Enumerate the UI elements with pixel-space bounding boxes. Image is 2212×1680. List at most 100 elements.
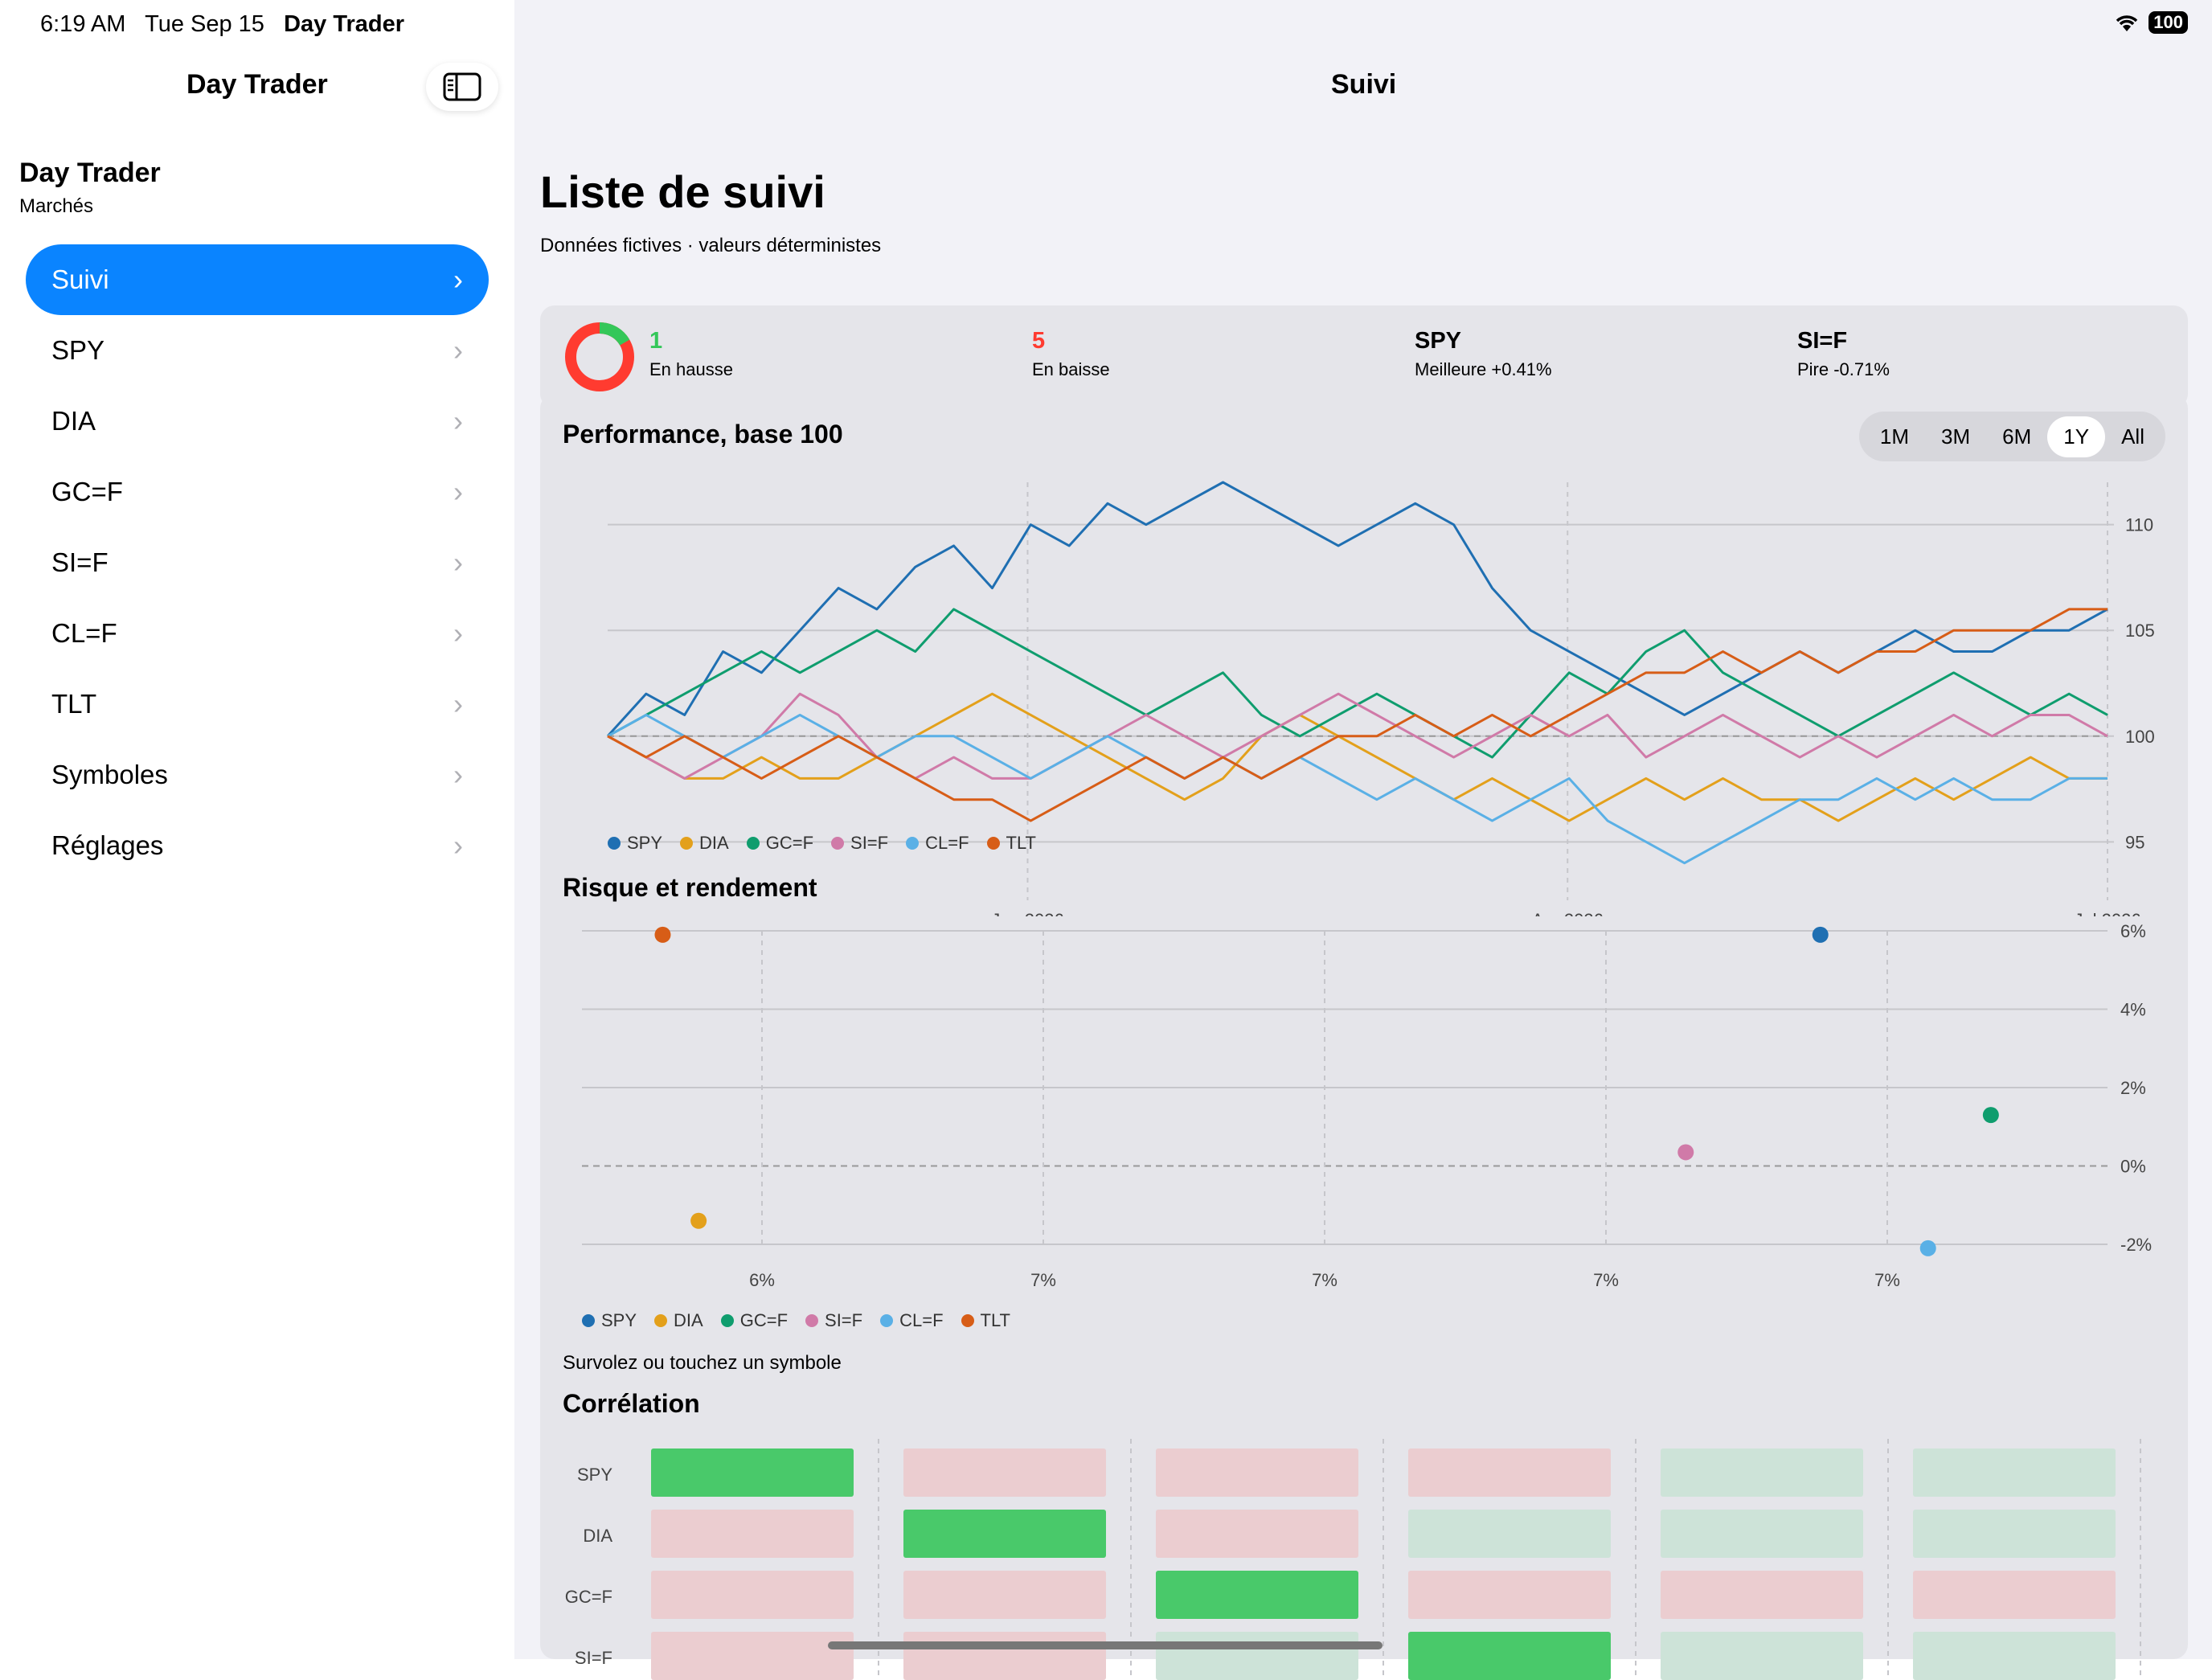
- sidebar-item-label: GC=F: [51, 477, 123, 506]
- range-all[interactable]: All: [2105, 416, 2161, 457]
- x-tick-label: 6%: [749, 1270, 775, 1290]
- sidebar-item-label: SI=F: [51, 547, 109, 577]
- x-tick-label: Jan 2026: [991, 910, 1064, 916]
- sidebar-item-spy[interactable]: SPY ›: [26, 315, 489, 386]
- chevron-right-icon: ›: [453, 263, 463, 296]
- best-label: Meilleure +0.41%: [1415, 359, 1552, 379]
- scatter-point-sif: [1677, 1144, 1694, 1161]
- legend-item: SI=F: [831, 833, 888, 854]
- sidebar-item-gcf[interactable]: GC=F ›: [26, 457, 489, 527]
- chevron-right-icon: ›: [453, 829, 463, 862]
- legend-dot: [746, 837, 760, 850]
- heatmap-cell: [1913, 1448, 2116, 1497]
- status-app: Day Trader: [284, 11, 405, 37]
- y-tick-label: 95: [2125, 832, 2144, 852]
- legend-label: GC=F: [765, 833, 814, 853]
- worst-label: Pire -0.71%: [1797, 359, 1890, 379]
- sidebar-toggle-button[interactable]: [426, 63, 498, 111]
- down-label: En baisse: [1032, 359, 1110, 379]
- legend-item: CL=F: [880, 1310, 944, 1331]
- row-label: DIA: [583, 1526, 612, 1546]
- legend-item: CL=F: [906, 833, 969, 854]
- legend-dot: [805, 1314, 819, 1327]
- heatmap-cell: [1408, 1510, 1611, 1558]
- sidebar-item-suivi[interactable]: Suivi ›: [26, 244, 489, 315]
- legend-dot: [880, 1314, 894, 1327]
- sidebar-item-label: TLT: [51, 689, 97, 719]
- heatmap-cell: [1661, 1571, 1863, 1619]
- page-title: Liste de suivi: [540, 166, 825, 217]
- sidebar-item-dia[interactable]: DIA ›: [26, 386, 489, 457]
- heatmap-cell: [651, 1632, 854, 1680]
- range-3m[interactable]: 3M: [1925, 416, 1986, 457]
- status-date: Tue Sep 15: [145, 11, 264, 37]
- scatter-point-tlt: [654, 926, 671, 943]
- series-line-spy: [606, 481, 2108, 737]
- sidebar-item-reglages[interactable]: Réglages ›: [26, 810, 489, 881]
- legend-label: GC=F: [739, 1310, 789, 1330]
- up-summary: 1 En hausse: [649, 328, 733, 380]
- legend-item: SPY: [608, 833, 662, 854]
- sidebar-item-clf[interactable]: CL=F ›: [26, 598, 489, 669]
- risk-title: Risque et rendement: [563, 873, 817, 902]
- legend-dot: [906, 837, 920, 850]
- battery-indicator: 100: [2149, 11, 2188, 34]
- legend-dot: [831, 837, 845, 850]
- heatmap-cell: [1913, 1571, 2116, 1619]
- sidebar-nav-title: Day Trader: [186, 69, 328, 100]
- legend-dot: [680, 837, 694, 850]
- legend-item: TLT: [986, 833, 1036, 854]
- legend-item: DIA: [680, 833, 729, 854]
- heatmap-cell: [651, 1448, 854, 1497]
- y-tick-label: 2%: [2120, 1078, 2146, 1098]
- range-1m[interactable]: 1M: [1864, 416, 1925, 457]
- range-6m[interactable]: 6M: [1986, 416, 2047, 457]
- legend-dot: [654, 1314, 668, 1327]
- legend-dot: [986, 837, 1000, 850]
- sidebar-header: Day Trader Marchés: [19, 158, 161, 218]
- sidebar-item-label: Symboles: [51, 760, 168, 789]
- legend-label: SPY: [601, 1310, 637, 1330]
- y-tick-label: 0%: [2120, 1157, 2146, 1177]
- sidebar-item-symboles[interactable]: Symboles ›: [26, 740, 489, 810]
- scatter-point-clf: [1919, 1240, 1936, 1256]
- heatmap-cell: [1156, 1571, 1358, 1619]
- range-1y[interactable]: 1Y: [2047, 416, 2106, 457]
- status-bar-left: 6:19 AM Tue Sep 15 Day Trader: [40, 11, 404, 38]
- sidebar-item-sif[interactable]: SI=F ›: [26, 527, 489, 598]
- chevron-right-icon: ›: [453, 546, 463, 579]
- range-segmented-control[interactable]: 1M 3M 6M 1Y All: [1858, 412, 2165, 461]
- sidebar-item-label: CL=F: [51, 618, 117, 648]
- legend-item: GC=F: [746, 833, 814, 854]
- y-tick-label: 4%: [2120, 1000, 2146, 1020]
- sidebar: 6:19 AM Tue Sep 15 Day Trader Day Trader…: [0, 0, 514, 1659]
- legend-label: SI=F: [850, 833, 889, 853]
- heatmap-cell: [1156, 1510, 1358, 1558]
- x-tick-label: 7%: [1312, 1270, 1337, 1290]
- down-count: 5: [1032, 328, 1046, 354]
- heatmap-cell: [903, 1632, 1106, 1680]
- x-tick-label: 7%: [1874, 1270, 1900, 1290]
- heatmap-cell: [1408, 1632, 1611, 1680]
- scatter-point-dia: [690, 1212, 707, 1229]
- y-tick-label: 105: [2125, 621, 2155, 641]
- sidebar-item-label: SPY: [51, 335, 105, 365]
- sidebar-item-tlt[interactable]: TLT ›: [26, 669, 489, 740]
- scatter-point-spy: [1812, 926, 1829, 943]
- summary-card: 1 En hausse 5 En baisse SPY Meilleure +0…: [540, 305, 2188, 408]
- legend-dot: [608, 837, 621, 850]
- x-tick-label: Apr 2026: [1532, 910, 1604, 916]
- legend-label: TLT: [980, 1310, 1010, 1330]
- perf-title: Performance, base 100: [563, 420, 843, 449]
- sidebar-item-label: Réglages: [51, 830, 164, 860]
- heatmap-cell: [1913, 1632, 2116, 1680]
- chevron-right-icon: ›: [453, 758, 463, 791]
- y-tick-label: -2%: [2120, 1235, 2152, 1255]
- up-count: 1: [649, 328, 663, 354]
- heatmap-cell: [1661, 1510, 1863, 1558]
- y-tick-label: 100: [2125, 727, 2155, 747]
- home-indicator: [828, 1641, 1382, 1649]
- legend-dot: [961, 1314, 974, 1327]
- risk-return-scatter-chart[interactable]: 6% 4% 2% 0% -2% 6% 7% 7% 7% 7%: [540, 924, 2188, 1310]
- legend-dot: [720, 1314, 734, 1327]
